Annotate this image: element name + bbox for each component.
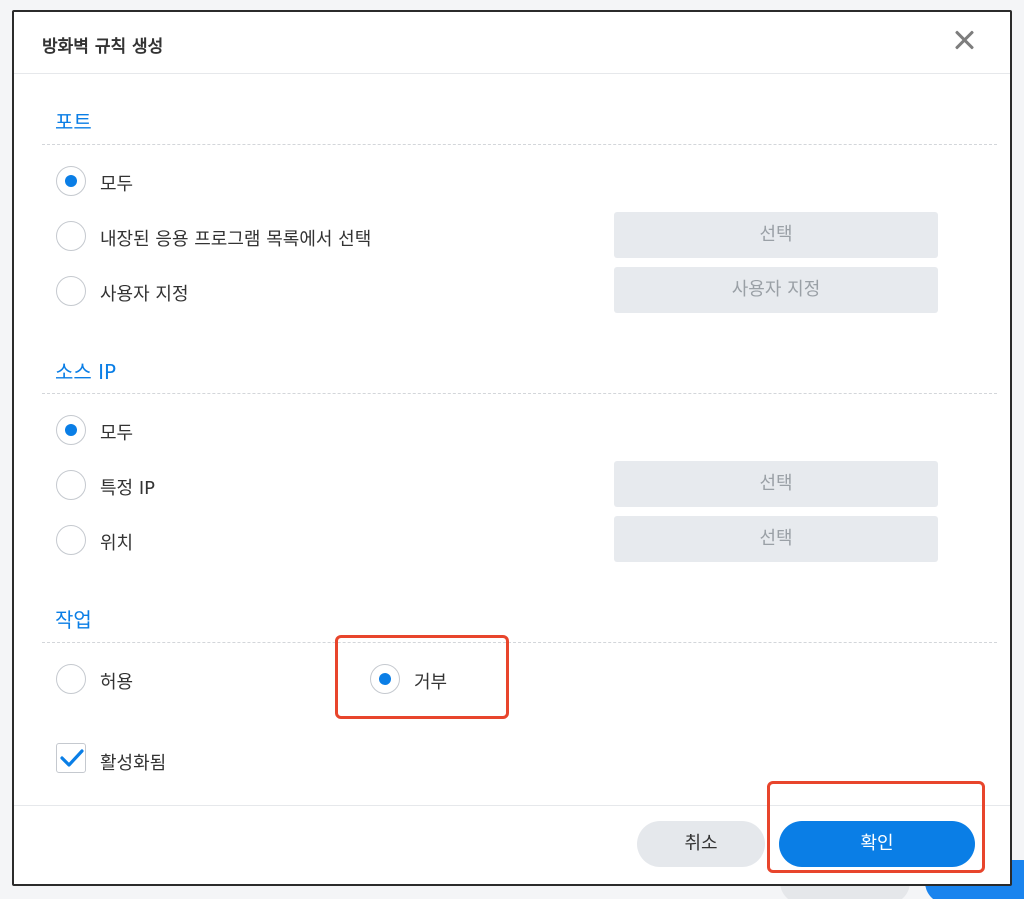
dialog-title: 방화벽 규칙 생성 — [42, 37, 164, 57]
radio-source-location[interactable] — [56, 525, 86, 555]
radio-source-all[interactable] — [56, 415, 86, 445]
section-title-action: 작업 — [55, 608, 92, 632]
option-label: 모두 — [100, 423, 134, 444]
firewall-rule-dialog: 방화벽 규칙 생성 포트 모두 내장된 응용 프로그램 목록에서 선택 선택 사… — [12, 10, 1012, 886]
enabled-label: 활성화됨 — [100, 753, 167, 774]
option-label: 모두 — [100, 174, 134, 195]
select-button[interactable]: 선택 — [614, 461, 938, 507]
dialog-header: 방화벽 규칙 생성 — [14, 12, 1010, 74]
divider — [42, 642, 997, 643]
confirm-button[interactable]: 확인 — [779, 821, 975, 867]
option-label: 사용자 지정 — [100, 284, 189, 305]
checkmark-icon — [60, 749, 84, 767]
divider — [42, 393, 997, 394]
divider — [42, 144, 997, 145]
radio-action-deny[interactable] — [370, 664, 400, 694]
option-label: 허용 — [100, 672, 134, 693]
select-button[interactable]: 선택 — [614, 516, 938, 562]
close-icon[interactable] — [952, 28, 976, 52]
section-title-port: 포트 — [55, 110, 92, 134]
radio-action-allow[interactable] — [56, 664, 86, 694]
section-title-source-ip: 소스 IP — [55, 360, 117, 384]
option-label: 특정 IP — [100, 478, 156, 499]
footer-divider — [14, 805, 1010, 806]
option-label: 거부 — [414, 672, 448, 693]
custom-button[interactable]: 사용자 지정 — [614, 267, 938, 313]
radio-source-specific-ip[interactable] — [56, 470, 86, 500]
select-button[interactable]: 선택 — [614, 212, 938, 258]
option-label: 내장된 응용 프로그램 목록에서 선택 — [100, 229, 372, 250]
radio-port-custom[interactable] — [56, 276, 86, 306]
option-label: 위치 — [100, 533, 134, 554]
radio-port-all[interactable] — [56, 166, 86, 196]
enabled-checkbox[interactable] — [56, 743, 86, 773]
radio-port-builtin-app[interactable] — [56, 221, 86, 251]
cancel-button[interactable]: 취소 — [637, 821, 765, 867]
